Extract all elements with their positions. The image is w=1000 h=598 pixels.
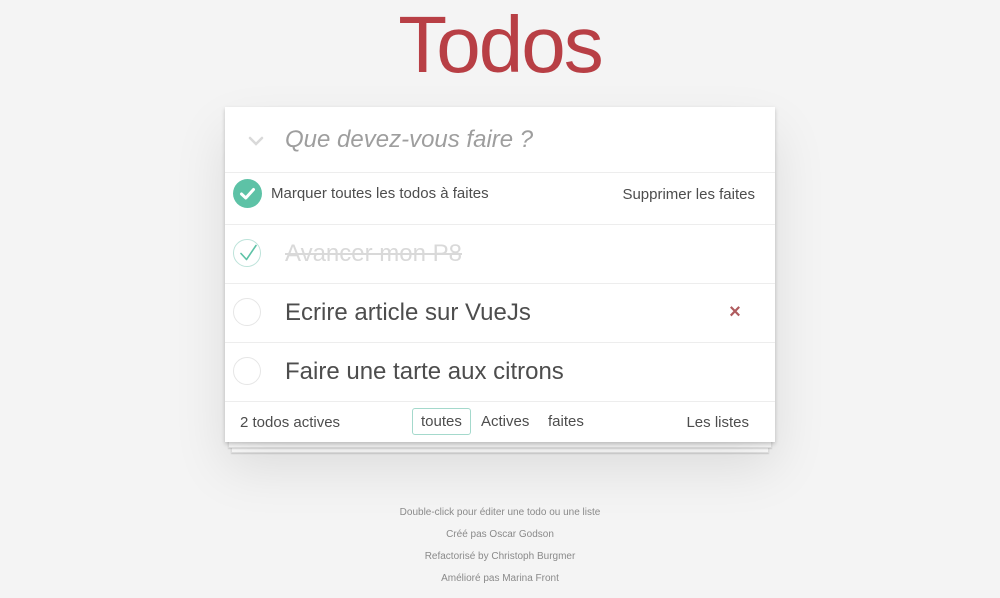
info-line: Refactorisé by Christoph Burgmer bbox=[424, 551, 576, 562]
info-line: Amélioré pas Marina Front bbox=[441, 573, 559, 584]
toggle-all-label[interactable]: Marquer toutes les todos à faites bbox=[271, 185, 489, 202]
footer: 2 todos actives toutes Actives faites Le… bbox=[225, 402, 775, 442]
todo-item: Avancer mon P8 bbox=[225, 225, 775, 284]
todo-checkbox[interactable] bbox=[233, 357, 261, 385]
info-line: Créé pas Oscar Godson bbox=[446, 529, 554, 540]
todo-title[interactable]: Avancer mon P8 bbox=[285, 239, 462, 269]
active-count: 2 todos actives bbox=[240, 414, 341, 431]
chevron-down-icon[interactable] bbox=[246, 131, 266, 151]
toggle-all-row: Marquer toutes les todos à faites Suppri… bbox=[225, 173, 775, 225]
todo-checkbox[interactable] bbox=[233, 239, 261, 267]
todo-item: Ecrire article sur VueJs × bbox=[225, 284, 775, 343]
todo-title[interactable]: Faire une tarte aux citrons bbox=[285, 357, 564, 387]
filter-active[interactable]: Actives bbox=[472, 408, 538, 435]
todo-checkbox[interactable] bbox=[233, 298, 261, 326]
todo-app: Marquer toutes les todos à faites Suppri… bbox=[225, 107, 775, 442]
todo-title[interactable]: Ecrire article sur VueJs bbox=[285, 298, 531, 328]
todo-item: Faire une tarte aux citrons bbox=[225, 343, 775, 402]
app-title: Todos bbox=[398, 0, 603, 89]
lists-link[interactable]: Les listes bbox=[686, 414, 749, 431]
filter-completed[interactable]: faites bbox=[539, 408, 593, 435]
toggle-all-check-icon[interactable] bbox=[233, 179, 262, 208]
clear-completed-button[interactable]: Supprimer les faites bbox=[622, 186, 755, 203]
new-todo-input[interactable] bbox=[285, 121, 755, 159]
filter-all[interactable]: toutes bbox=[412, 408, 471, 435]
info-line: Double-click pour éditer une todo ou une… bbox=[399, 507, 601, 518]
new-todo-row bbox=[225, 107, 775, 173]
delete-icon[interactable]: × bbox=[725, 302, 745, 322]
